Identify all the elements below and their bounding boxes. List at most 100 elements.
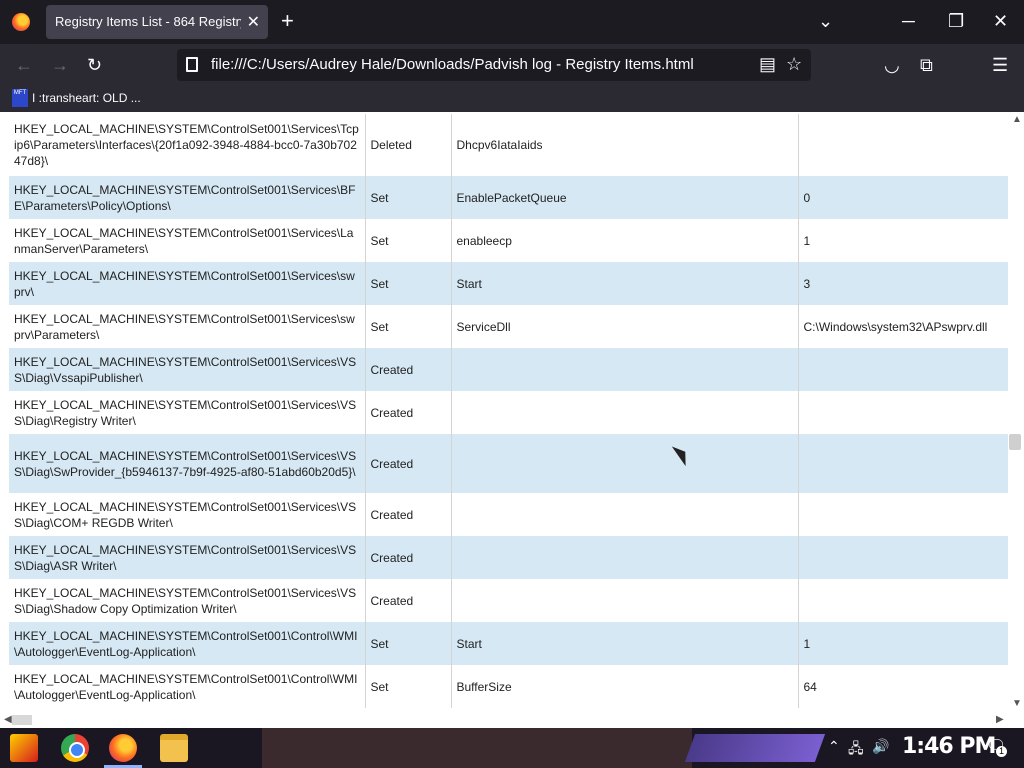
- scroll-right-arrow-icon[interactable]: ▶: [996, 714, 1004, 725]
- cell-key: HKEY_LOCAL_MACHINE\SYSTEM\ControlSet001\…: [9, 493, 366, 536]
- volume-icon[interactable]: 🔊: [872, 738, 889, 755]
- restore-icon[interactable]: ❐: [948, 10, 964, 32]
- cell-name: Start: [451, 262, 799, 305]
- table-row: HKEY_LOCAL_MACHINE\SYSTEM\ControlSet001\…: [9, 305, 1008, 348]
- cell-name: ServiceDll: [451, 305, 799, 348]
- address-bar[interactable]: file:///C:/Users/Audrey Hale/Downloads/P…: [177, 49, 811, 81]
- bookmark-item[interactable]: I :transheart: OLD ...: [32, 91, 141, 105]
- table-row: HKEY_LOCAL_MACHINE\SYSTEM\ControlSet001\…: [9, 665, 1008, 708]
- tab-close-icon[interactable]: ✕: [247, 12, 260, 32]
- cell-action: Created: [365, 579, 452, 622]
- navigation-toolbar: ← → ↻ file:///C:/Users/Audrey Hale/Downl…: [0, 44, 1024, 86]
- cell-action: Created: [365, 348, 452, 391]
- clock[interactable]: 1:46 PM: [902, 734, 996, 759]
- cell-value: 1: [803, 233, 811, 248]
- cell-action: Set: [365, 622, 452, 665]
- firefox-icon[interactable]: [12, 13, 30, 31]
- bookmarks-toolbar: MFT I :transheart: OLD ...: [0, 86, 1024, 112]
- cell-value: [798, 493, 1008, 536]
- cell-value: 0: [798, 176, 1008, 219]
- page-content: HKEY_LOCAL_MACHINE\SYSTEM\ControlSet001\…: [0, 112, 1024, 728]
- cell-value: 64: [803, 679, 817, 694]
- cell-value: [798, 391, 1008, 434]
- notification-count-badge: 1: [996, 746, 1007, 757]
- menu-icon[interactable]: ☰: [992, 54, 1008, 76]
- cell-name: [451, 434, 799, 493]
- cell-key: HKEY_LOCAL_MACHINE\SYSTEM\ControlSet001\…: [9, 622, 366, 665]
- table-row: HKEY_LOCAL_MACHINE\SYSTEM\ControlSet001\…: [9, 622, 1008, 665]
- cell-value: 3: [798, 262, 1008, 305]
- cell-key: HKEY_LOCAL_MACHINE\SYSTEM\ControlSet001\…: [9, 262, 366, 305]
- horizontal-scrollbar[interactable]: ◀ ▶: [0, 712, 1008, 728]
- cell-action: Set: [365, 262, 452, 305]
- table-row: HKEY_LOCAL_MACHINE\SYSTEM\ControlSet001\…: [9, 114, 1008, 176]
- cell-action: Set: [365, 665, 452, 708]
- reader-view-icon[interactable]: ▤: [759, 53, 776, 75]
- cell-name: EnablePacketQueue: [451, 176, 799, 219]
- new-tab-button[interactable]: +: [281, 9, 294, 33]
- minimize-icon[interactable]: ─: [902, 10, 915, 32]
- url-text[interactable]: file:///C:/Users/Audrey Hale/Downloads/P…: [211, 56, 694, 73]
- cell-key: HKEY_LOCAL_MACHINE\SYSTEM\ControlSet001\…: [9, 219, 366, 262]
- horizontal-scrollbar-thumb[interactable]: [12, 715, 32, 725]
- table-row: HKEY_LOCAL_MACHINE\SYSTEM\ControlSet001\…: [9, 391, 1008, 434]
- cell-value: [798, 348, 1008, 391]
- chrome-icon[interactable]: [61, 734, 89, 762]
- close-window-icon[interactable]: ✕: [993, 10, 1008, 32]
- tab-registry-items[interactable]: Registry Items List - 864 Registry Items…: [46, 5, 268, 39]
- cell-value: [798, 579, 1008, 622]
- table-row: HKEY_LOCAL_MACHINE\SYSTEM\ControlSet001\…: [9, 493, 1008, 536]
- cell-key: HKEY_LOCAL_MACHINE\SYSTEM\ControlSet001\…: [9, 305, 366, 348]
- network-icon[interactable]: 🖧: [848, 738, 864, 762]
- cell-name: [451, 348, 799, 391]
- cell-action: Set: [365, 219, 452, 262]
- file-icon: [186, 57, 198, 72]
- cell-key: HKEY_LOCAL_MACHINE\SYSTEM\ControlSet001\…: [9, 176, 366, 219]
- cell-key: HKEY_LOCAL_MACHINE\SYSTEM\ControlSet001\…: [9, 348, 366, 391]
- start-icon[interactable]: [10, 734, 38, 762]
- vertical-scrollbar-thumb[interactable]: [1009, 434, 1021, 450]
- file-explorer-icon[interactable]: [160, 734, 188, 762]
- cell-name: Dhcpv6IataIaids: [451, 114, 799, 176]
- cell-name: BufferSize: [451, 665, 799, 708]
- reload-icon[interactable]: ↻: [87, 54, 102, 76]
- cell-name: [451, 579, 799, 622]
- scroll-left-arrow-icon[interactable]: ◀: [4, 714, 12, 725]
- forward-icon[interactable]: →: [51, 54, 69, 76]
- table-row: HKEY_LOCAL_MACHINE\SYSTEM\ControlSet001\…: [9, 348, 1008, 391]
- cell-action: Set: [365, 305, 452, 348]
- tray-chevron-icon[interactable]: ⌃: [828, 738, 840, 755]
- extensions-icon[interactable]: ⧉: [920, 54, 933, 76]
- cell-key: HKEY_LOCAL_MACHINE\SYSTEM\ControlSet001\…: [9, 579, 366, 622]
- cell-action: Deleted: [365, 114, 452, 176]
- tab-bar: Registry Items List - 864 Registry Items…: [0, 0, 1024, 44]
- cell-value: [798, 434, 1008, 493]
- table-row: HKEY_LOCAL_MACHINE\SYSTEM\ControlSet001\…: [9, 262, 1008, 305]
- firefox-taskbar-icon[interactable]: [109, 734, 137, 762]
- cell-key: HKEY_LOCAL_MACHINE\SYSTEM\ControlSet001\…: [9, 665, 366, 708]
- cell-action: Set: [365, 176, 452, 219]
- taskbar-decoration: [684, 734, 826, 762]
- cell-value: [798, 536, 1008, 579]
- back-icon[interactable]: ←: [15, 54, 33, 76]
- registry-items-table: HKEY_LOCAL_MACHINE\SYSTEM\ControlSet001\…: [9, 114, 1008, 708]
- cell-action: Created: [365, 536, 452, 579]
- vertical-scrollbar[interactable]: [1008, 112, 1024, 728]
- cell-action: Created: [365, 493, 452, 536]
- scroll-down-arrow-icon[interactable]: ▼: [1012, 698, 1022, 709]
- bookmark-star-icon[interactable]: ☆: [786, 53, 802, 75]
- cell-value: [798, 114, 1008, 176]
- cell-value: C:\Windows\system32\APswprv.dll: [803, 319, 988, 334]
- cell-key: HKEY_LOCAL_MACHINE\SYSTEM\ControlSet001\…: [9, 391, 366, 434]
- cell-action: Created: [365, 434, 452, 493]
- table-row: HKEY_LOCAL_MACHINE\SYSTEM\ControlSet001\…: [9, 536, 1008, 579]
- cell-key: HKEY_LOCAL_MACHINE\SYSTEM\ControlSet001\…: [9, 114, 366, 176]
- cell-name: [451, 536, 799, 579]
- scroll-up-arrow-icon[interactable]: ▲: [1012, 114, 1022, 125]
- table-row: HKEY_LOCAL_MACHINE\SYSTEM\ControlSet001\…: [9, 219, 1008, 262]
- tab-list-icon[interactable]: ⌄: [818, 10, 833, 32]
- cell-value: 1: [798, 622, 1008, 665]
- cell-name: Start: [451, 622, 799, 665]
- table-row: HKEY_LOCAL_MACHINE\SYSTEM\ControlSet001\…: [9, 579, 1008, 622]
- pocket-icon[interactable]: ◡: [884, 54, 900, 76]
